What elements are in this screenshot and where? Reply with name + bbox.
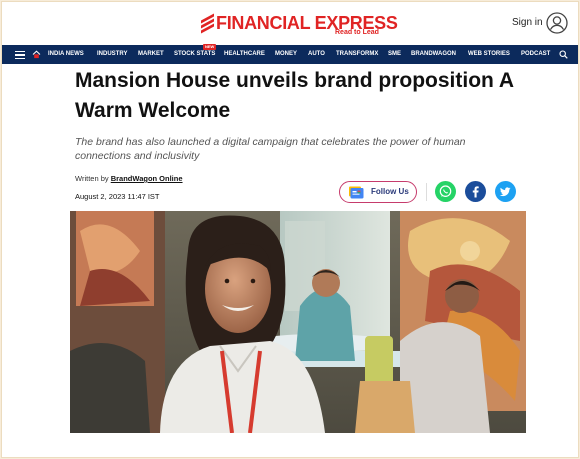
site-logo[interactable]: FINANCIAL EXPRESS Read to Lead [201, 13, 398, 41]
new-badge: NEW [203, 44, 217, 50]
nav-item-auto[interactable]: AUTO [308, 45, 325, 64]
twitter-share-button[interactable] [495, 181, 516, 202]
byline: Written by BrandWagon Online [75, 174, 183, 183]
nav-item-industry[interactable]: INDUSTRY [97, 45, 127, 64]
article-page: FINANCIAL EXPRESS Read to Lead Sign in I… [1, 1, 579, 458]
nav-item-market[interactable]: MARKET [138, 45, 164, 64]
facebook-share-button[interactable] [465, 181, 486, 202]
publish-date: August 2, 2023 11:47 IST [75, 192, 160, 201]
user-account-icon[interactable] [546, 12, 568, 34]
byline-prefix: Written by [75, 174, 109, 183]
nav-item-transformx[interactable]: TRANSFORMX [336, 45, 378, 64]
whatsapp-icon [435, 181, 456, 202]
share-divider [426, 183, 427, 201]
nav-item-brandwagon[interactable]: BRANDWAGON [411, 45, 456, 64]
home-icon[interactable] [32, 50, 41, 59]
article-hero-image [70, 211, 526, 433]
signin-link[interactable]: Sign in [512, 17, 543, 29]
nav-item-podcast[interactable]: PODCAST [521, 45, 550, 64]
article-title: Mansion House unveils brand proposition … [75, 69, 514, 122]
follow-us-button[interactable]: Follow Us [339, 181, 417, 203]
facebook-icon [465, 181, 486, 202]
main-nav: INDIA NEWS INDUSTRY MARKET STOCK STATS N… [2, 44, 578, 64]
article-subtitle: The brand has also launched a digital ca… [75, 136, 466, 162]
logo-mark-icon [201, 13, 214, 34]
google-news-icon [349, 186, 364, 199]
author-link[interactable]: BrandWagon Online [111, 174, 183, 183]
twitter-icon [495, 181, 516, 202]
brand-tagline: Read to Lead [335, 29, 379, 36]
nav-item-healthcare[interactable]: HEALTHCARE [224, 45, 265, 64]
whatsapp-share-button[interactable] [435, 181, 456, 202]
nav-item-india-news[interactable]: INDIA NEWS [48, 45, 84, 64]
nav-item-money[interactable]: MONEY [275, 45, 297, 64]
site-header: FINANCIAL EXPRESS Read to Lead Sign in [2, 2, 578, 45]
search-icon[interactable] [559, 50, 568, 59]
nav-item-sme[interactable]: SME [388, 45, 401, 64]
menu-icon[interactable] [15, 51, 25, 60]
follow-us-label: Follow Us [371, 187, 409, 196]
nav-item-web-stories[interactable]: WEB STORIES [468, 45, 510, 64]
